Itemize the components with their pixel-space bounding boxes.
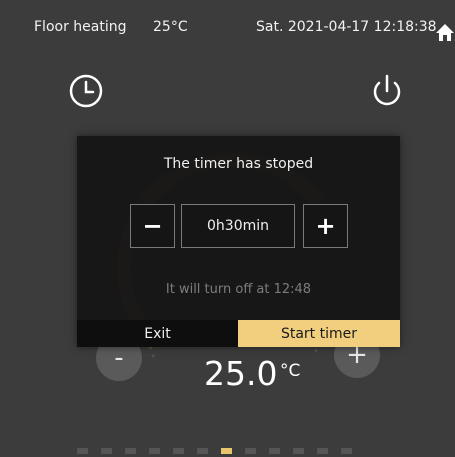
page-dot[interactable] xyxy=(101,448,112,454)
setpoint-unit: °C xyxy=(280,361,301,381)
duration-value: 0h30min xyxy=(181,204,295,248)
timer-dialog: The timer has stoped − 0h30min + It will… xyxy=(77,136,400,347)
dialog-title: The timer has stoped xyxy=(163,156,314,172)
setpoint-value: 25.0 xyxy=(204,354,278,393)
start-timer-button[interactable]: Start timer xyxy=(238,320,400,347)
page-dot[interactable] xyxy=(197,448,208,454)
clock-icon[interactable] xyxy=(67,72,105,110)
room-temperature: 25°C xyxy=(153,19,188,35)
page-dot[interactable] xyxy=(317,448,328,454)
page-dot[interactable] xyxy=(173,448,184,454)
duration-decrease-button[interactable]: − xyxy=(130,204,175,248)
exit-button[interactable]: Exit xyxy=(77,320,238,347)
page-dot-active[interactable] xyxy=(221,448,232,454)
status-bar: Floor heating 25°C Sat. 2021-04-17 12:18… xyxy=(0,0,455,44)
page-dot[interactable] xyxy=(293,448,304,454)
page-dot[interactable] xyxy=(341,448,352,454)
thermostat-screen: Floor heating 25°C Sat. 2021-04-17 12:18… xyxy=(0,0,455,457)
page-dot[interactable] xyxy=(125,448,136,454)
mode-label: Floor heating xyxy=(34,19,127,35)
date-time: Sat. 2021-04-17 12:18:38 xyxy=(256,19,437,35)
page-dot[interactable] xyxy=(149,448,160,454)
page-dot[interactable] xyxy=(77,448,88,454)
turn-off-message: It will turn off at 12:48 xyxy=(165,282,312,297)
page-dot[interactable] xyxy=(269,448,280,454)
duration-increase-button[interactable]: + xyxy=(303,204,348,248)
page-indicator xyxy=(77,448,352,454)
power-icon[interactable] xyxy=(368,72,406,110)
page-dot[interactable] xyxy=(245,448,256,454)
home-icon[interactable] xyxy=(435,22,455,42)
